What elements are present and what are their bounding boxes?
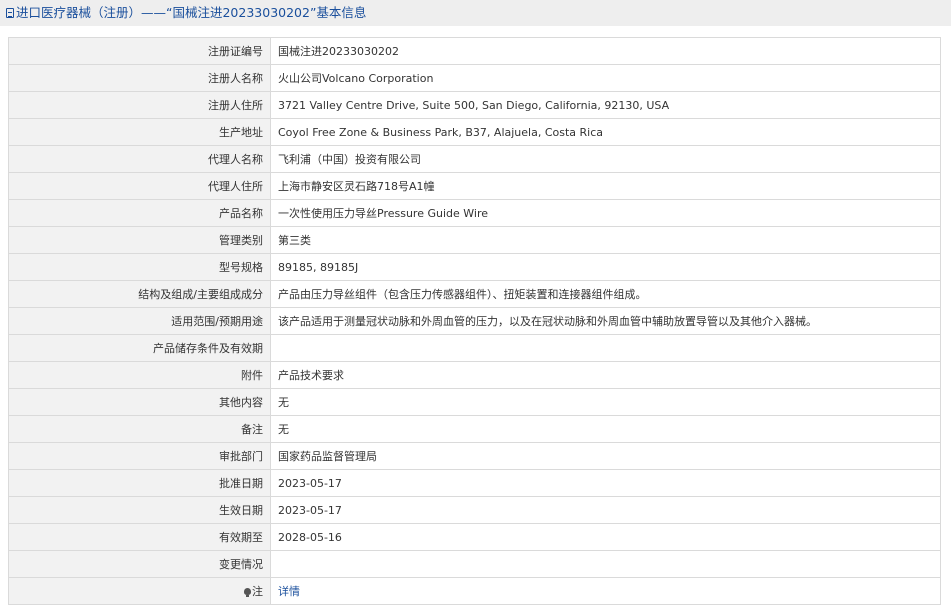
field-value: 无: [270, 415, 941, 443]
note-value-cell: 详情: [270, 577, 941, 605]
table-row: 批准日期 2023-05-17: [8, 469, 941, 497]
field-label: 批准日期: [8, 469, 271, 497]
field-value: 上海市静安区灵石路718号A1幢: [270, 172, 941, 200]
table-row: 变更情况: [8, 550, 941, 578]
table-row: 注册证编号 国械注进20233030202: [8, 37, 941, 65]
note-label-cell: 注: [8, 577, 271, 605]
page-title: 进口医疗器械（注册）——“国械注进20233030202”基本信息: [16, 5, 367, 20]
lightbulb-icon: [244, 588, 251, 597]
field-value: 国家药品监督管理局: [270, 442, 941, 470]
table-row: 代理人住所 上海市静安区灵石路718号A1幢: [8, 172, 941, 200]
table-row: 注册人住所 3721 Valley Centre Drive, Suite 500…: [8, 91, 941, 119]
field-value: 3721 Valley Centre Drive, Suite 500, San…: [270, 91, 941, 119]
table-row: 产品储存条件及有效期: [8, 334, 941, 362]
table-row: 注册人名称 火山公司Volcano Corporation: [8, 64, 941, 92]
field-label: 备注: [8, 415, 271, 443]
field-value: 该产品适用于测量冠状动脉和外周血管的压力，以及在冠状动脉和外周血管中辅助放置导管…: [270, 307, 941, 335]
field-value: 第三类: [270, 226, 941, 254]
field-value: 无: [270, 388, 941, 416]
field-label: 变更情况: [8, 550, 271, 578]
table-row: 产品名称 一次性使用压力导丝Pressure Guide Wire: [8, 199, 941, 227]
field-label: 附件: [8, 361, 271, 389]
field-value: [270, 334, 941, 362]
field-value: 产品由压力导丝组件（包含压力传感器组件）、扭矩装置和连接器组件组成。: [270, 280, 941, 308]
field-value: [270, 550, 941, 578]
field-label: 适用范围/预期用途: [8, 307, 271, 335]
note-row: 注 详情: [8, 577, 941, 605]
field-label: 结构及组成/主要组成成分: [8, 280, 271, 308]
note-label: 注: [252, 585, 263, 598]
field-value: 产品技术要求: [270, 361, 941, 389]
field-label: 产品名称: [8, 199, 271, 227]
field-value: Coyol Free Zone & Business Park, B37, Al…: [270, 118, 941, 146]
table-row: 适用范围/预期用途 该产品适用于测量冠状动脉和外周血管的压力，以及在冠状动脉和外周…: [8, 307, 941, 335]
table-row: 附件 产品技术要求: [8, 361, 941, 389]
info-table: 注册证编号 国械注进20233030202 注册人名称 火山公司Volcano Cor…: [8, 37, 941, 605]
table-row: 代理人名称 飞利浦（中国）投资有限公司: [8, 145, 941, 173]
table-row: 有效期至 2028-05-16: [8, 523, 941, 551]
field-label: 有效期至: [8, 523, 271, 551]
field-value: 2023-05-17: [270, 496, 941, 524]
field-value: 89185, 89185J: [270, 253, 941, 281]
field-label: 代理人名称: [8, 145, 271, 173]
table-row: 生产地址 Coyol Free Zone & Business Park, B37…: [8, 118, 941, 146]
field-label: 产品储存条件及有效期: [8, 334, 271, 362]
field-label: 注册人名称: [8, 64, 271, 92]
table-row: 结构及组成/主要组成成分 产品由压力导丝组件（包含压力传感器组件）、扭矩装置和连接…: [8, 280, 941, 308]
field-label: 生产地址: [8, 118, 271, 146]
field-value: 国械注进20233030202: [270, 37, 941, 65]
field-label: 审批部门: [8, 442, 271, 470]
field-label: 型号规格: [8, 253, 271, 281]
field-value: 2023-05-17: [270, 469, 941, 497]
table-row: 生效日期 2023-05-17: [8, 496, 941, 524]
field-value: 2028-05-16: [270, 523, 941, 551]
field-value: 火山公司Volcano Corporation: [270, 64, 941, 92]
table-row: 审批部门 国家药品监督管理局: [8, 442, 941, 470]
field-label: 注册人住所: [8, 91, 271, 119]
table-row: 管理类别 第三类: [8, 226, 941, 254]
page-header: 进口医疗器械（注册）——“国械注进20233030202”基本信息: [0, 0, 951, 26]
document-icon: [6, 8, 14, 18]
field-label: 管理类别: [8, 226, 271, 254]
field-value: 一次性使用压力导丝Pressure Guide Wire: [270, 199, 941, 227]
details-link[interactable]: 详情: [278, 585, 300, 598]
field-value: 飞利浦（中国）投资有限公司: [270, 145, 941, 173]
field-label: 代理人住所: [8, 172, 271, 200]
table-row: 其他内容无: [8, 388, 941, 416]
table-row: 型号规格 89185, 89185J: [8, 253, 941, 281]
field-label: 注册证编号: [8, 37, 271, 65]
field-label: 其他内容: [8, 388, 271, 416]
field-label: 生效日期: [8, 496, 271, 524]
table-row: 备注无: [8, 415, 941, 443]
